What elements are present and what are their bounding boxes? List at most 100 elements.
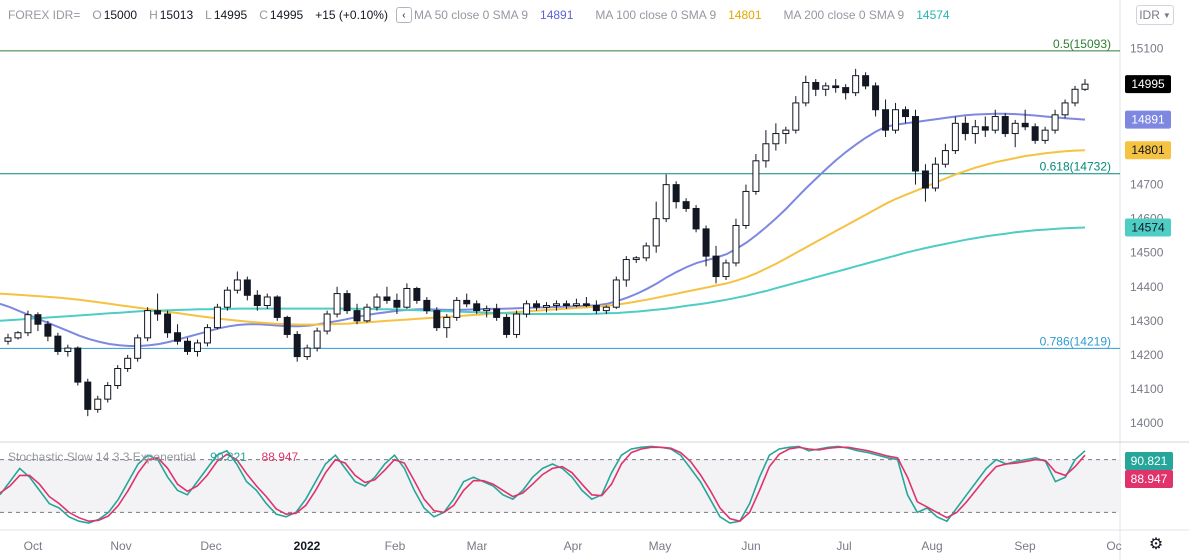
y-tick-label: 14300 [1130, 314, 1164, 328]
high-value: 15013 [159, 8, 194, 22]
x-tick-label: Sep [1014, 539, 1036, 553]
stochastic-value-label: 88.947 [1131, 472, 1168, 486]
ma50-legend-value: 14891 [540, 8, 574, 22]
chevron-left-icon[interactable]: ‹ [395, 7, 412, 23]
candle-body [921, 170, 929, 189]
price-label: 14995 [1131, 77, 1165, 91]
currency-selector-button[interactable]: IDR ▼ [1136, 5, 1174, 25]
open-label: O [92, 8, 102, 22]
candle-body [732, 224, 740, 264]
x-tick-label: Dec [200, 539, 221, 553]
close-label: C [259, 8, 268, 22]
candle-body [343, 293, 351, 312]
fib-level-label: 0.618(14732) [1040, 160, 1111, 174]
candle-body [1071, 88, 1079, 104]
candle-body [164, 313, 172, 334]
y-tick-label: 15100 [1130, 41, 1164, 55]
close-value: 14995 [269, 8, 304, 22]
candle-body [353, 310, 361, 322]
candle-body [154, 310, 162, 315]
x-tick-label: Aug [921, 539, 942, 553]
candle-body [4, 337, 12, 342]
x-tick-label: Nov [110, 539, 131, 553]
candle-body [44, 323, 52, 337]
candle-body [742, 190, 750, 226]
candle-body [233, 279, 241, 291]
candle-body [762, 143, 770, 162]
candle-body [931, 163, 939, 189]
candle-body [662, 184, 670, 220]
candle-body [712, 255, 720, 278]
candle-body [74, 347, 82, 383]
chart-root: 1510015000149001480014700146001450014400… [0, 0, 1189, 560]
price-chart[interactable]: 1510015000149001480014700146001450014400… [0, 0, 1189, 560]
candle-body [842, 87, 850, 94]
candle-body [702, 228, 710, 257]
candle-body [772, 133, 780, 145]
candle-body [463, 299, 471, 305]
candle-body [652, 218, 660, 247]
ma200-legend-label[interactable]: MA 200 close 0 SMA 9 [784, 8, 905, 22]
candle-body [991, 116, 999, 131]
x-tick-label: Oct [24, 539, 43, 553]
candle-body [203, 327, 211, 344]
candle-body [941, 150, 949, 165]
candle-body [692, 207, 700, 230]
ma50-legend-label[interactable]: MA 50 close 0 SMA 9 [414, 8, 528, 22]
y-tick-label: 14200 [1130, 348, 1164, 362]
candle-body [273, 296, 281, 318]
price-change: +15 (+0.10%) [315, 8, 388, 22]
symbol-name[interactable]: FOREX IDR= [8, 8, 80, 22]
candle-body [1051, 114, 1059, 131]
candle-body [243, 279, 251, 296]
price-label: 14574 [1131, 221, 1165, 235]
x-tick-label: Feb [385, 539, 406, 553]
candle-body [572, 303, 580, 307]
high-label: H [149, 8, 158, 22]
candle-body [383, 296, 391, 301]
candle-body [144, 310, 152, 339]
candle-body [84, 381, 92, 410]
candle-body [184, 340, 191, 352]
candle-body [632, 257, 640, 261]
x-tick-label: Mar [467, 539, 488, 553]
ma100-legend-label[interactable]: MA 100 close 0 SMA 9 [595, 8, 716, 22]
candle-body [951, 122, 959, 152]
candle-body [882, 109, 890, 131]
candle-body [792, 102, 800, 131]
low-label: L [205, 8, 212, 22]
candle-body [283, 316, 291, 335]
candle-body [1031, 126, 1039, 141]
ma200-legend-value: 14574 [916, 8, 950, 22]
candle-body [323, 313, 331, 332]
candle-body [981, 126, 989, 131]
candle-body [34, 314, 42, 325]
candle-body [493, 308, 501, 318]
x-tick-label: Oc [1106, 539, 1121, 553]
candle-body [622, 259, 630, 281]
y-tick-label: 14500 [1130, 246, 1164, 260]
candle-body [1011, 122, 1019, 135]
candle-body [104, 385, 112, 400]
gear-icon[interactable]: ⚙ [1147, 536, 1165, 554]
x-tick-label: Jul [836, 539, 851, 553]
candle-body [832, 85, 840, 89]
candle-body [174, 332, 182, 342]
ma100-legend-value: 14801 [728, 8, 762, 22]
low-value: 14995 [213, 8, 248, 22]
candle-body [513, 313, 521, 335]
candle-body [682, 201, 690, 209]
candle-body [503, 316, 511, 335]
stochastic-d-value: 88.947 [261, 450, 299, 464]
stochastic-k-value: 90.821 [210, 450, 247, 464]
candle-body [423, 299, 431, 312]
candle-body [443, 316, 451, 329]
open-value: 15000 [103, 8, 138, 22]
stochastic-title[interactable]: Stochastic Slow 14 3 3 Exponential [8, 450, 195, 464]
y-tick-label: 14400 [1130, 280, 1164, 294]
candle-body [902, 109, 909, 118]
candle-body [473, 303, 481, 312]
candle-body [562, 303, 570, 307]
chevron-down-icon: ▼ [1162, 10, 1171, 20]
candle-body [782, 129, 790, 135]
